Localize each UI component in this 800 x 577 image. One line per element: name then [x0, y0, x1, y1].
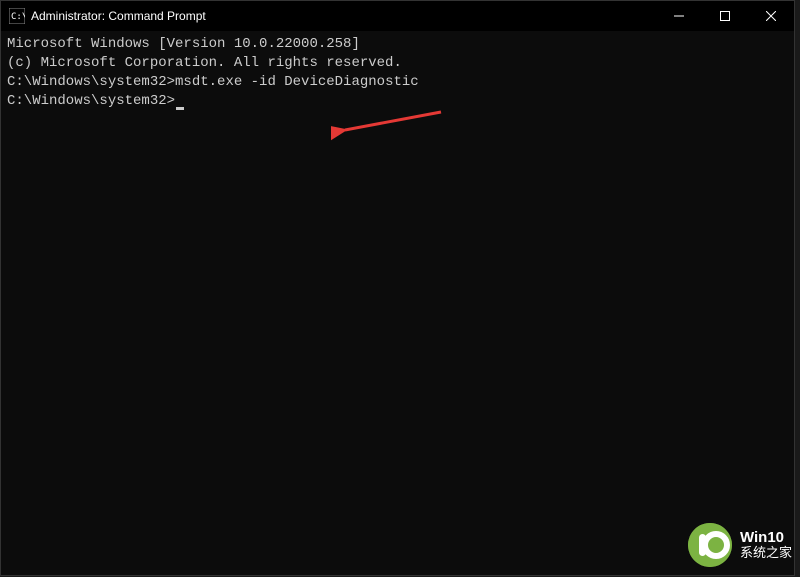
- watermark-text: Win10 系统之家: [740, 530, 792, 561]
- titlebar[interactable]: C:\ Administrator: Command Prompt: [1, 1, 794, 31]
- terminal-output-line: Microsoft Windows [Version 10.0.22000.25…: [7, 35, 788, 54]
- terminal-prompt: C:\Windows\system32>: [7, 93, 175, 109]
- maximize-button[interactable]: [702, 1, 748, 31]
- terminal-output-line: (c) Microsoft Corporation. All rights re…: [7, 54, 788, 73]
- watermark-logo-icon: [688, 523, 732, 567]
- window-controls: [656, 1, 794, 31]
- watermark-brand-top: Win10: [740, 530, 792, 547]
- terminal-command: msdt.exe -id DeviceDiagnostic: [175, 74, 419, 90]
- cmd-icon: C:\: [9, 8, 25, 24]
- terminal-content[interactable]: Microsoft Windows [Version 10.0.22000.25…: [1, 31, 794, 115]
- arrow-annotation: [331, 106, 451, 153]
- terminal-command-line: C:\Windows\system32>msdt.exe -id DeviceD…: [7, 73, 788, 92]
- watermark-brand-bottom: 系统之家: [740, 546, 792, 560]
- terminal-prompt-line: C:\Windows\system32>: [7, 92, 788, 111]
- command-prompt-window: C:\ Administrator: Command Prompt Micros…: [0, 0, 795, 576]
- watermark: Win10 系统之家: [688, 523, 792, 567]
- titlebar-left: C:\ Administrator: Command Prompt: [9, 8, 206, 24]
- window-title: Administrator: Command Prompt: [31, 9, 206, 23]
- minimize-button[interactable]: [656, 1, 702, 31]
- terminal-prompt: C:\Windows\system32>: [7, 74, 175, 90]
- svg-text:C:\: C:\: [11, 12, 25, 22]
- close-button[interactable]: [748, 1, 794, 31]
- terminal-cursor: [176, 107, 184, 110]
